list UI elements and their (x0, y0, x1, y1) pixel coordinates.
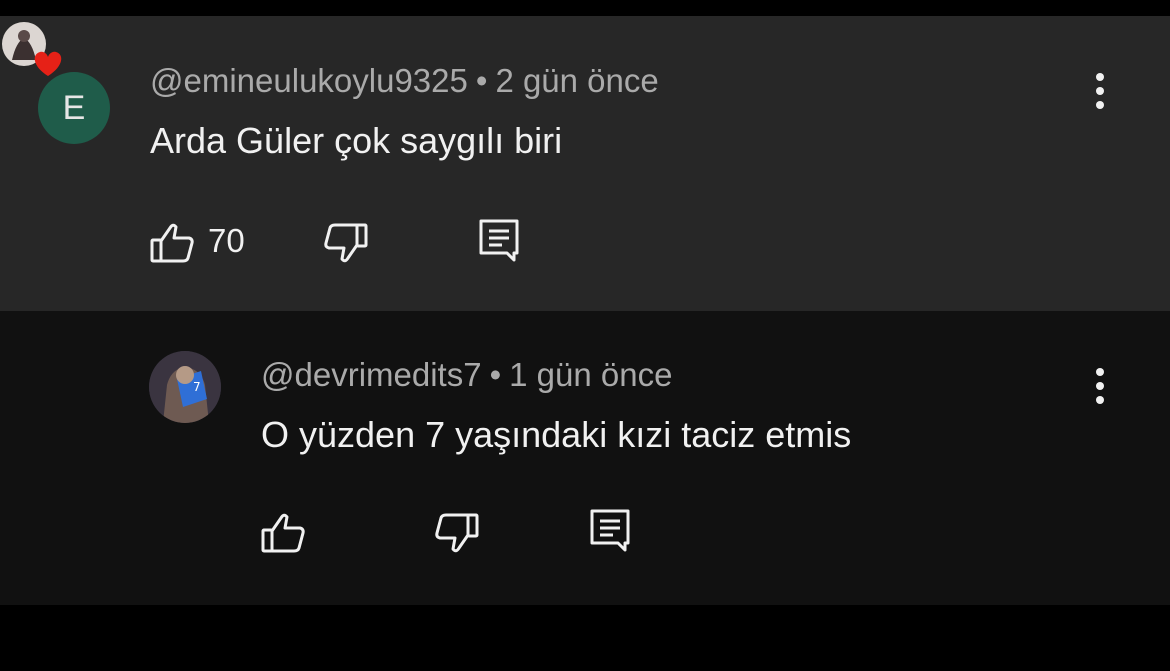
comment: E @emineulukoylu9325 • 2 gün önce Arda Gül… (0, 16, 1170, 311)
avatar-image: 7 (149, 351, 221, 423)
comment-time[interactable]: 1 gün önce (509, 356, 672, 393)
like-count: 70 (208, 222, 245, 259)
comment-time[interactable]: 2 gün önce (495, 62, 658, 99)
avatar-number: 7 (193, 380, 201, 394)
creator-heart-icon[interactable] (0, 16, 70, 80)
more-options-icon[interactable] (1085, 361, 1115, 411)
reply-icon[interactable] (585, 504, 635, 554)
comment-meta: @emineulukoylu9325 • 2 gün önce (150, 62, 659, 100)
meta-separator: • (489, 356, 502, 393)
reply-icon[interactable] (474, 214, 524, 264)
dislike-icon[interactable] (320, 218, 370, 268)
avatar[interactable]: E (38, 72, 110, 144)
comment-meta: @devrimedits7 • 1 gün önce (261, 356, 672, 394)
like-icon[interactable] (259, 508, 309, 558)
author-handle[interactable]: @emineulukoylu9325 (150, 62, 468, 99)
avatar[interactable]: 7 (149, 351, 221, 423)
comment-text: O yüzden 7 yaşındaki kızi taciz etmis (261, 414, 852, 455)
avatar-letter: E (62, 88, 86, 127)
dislike-icon[interactable] (431, 508, 481, 558)
author-handle[interactable]: @devrimedits7 (261, 356, 482, 393)
reply-comment: 7 @devrimedits7 • 1 gün önce O yüzden 7 ya… (0, 311, 1170, 605)
meta-separator: • (475, 62, 488, 99)
like-icon[interactable] (148, 218, 198, 268)
comment-text: Arda Güler çok saygılı biri (150, 120, 563, 161)
more-options-icon[interactable] (1085, 66, 1115, 116)
